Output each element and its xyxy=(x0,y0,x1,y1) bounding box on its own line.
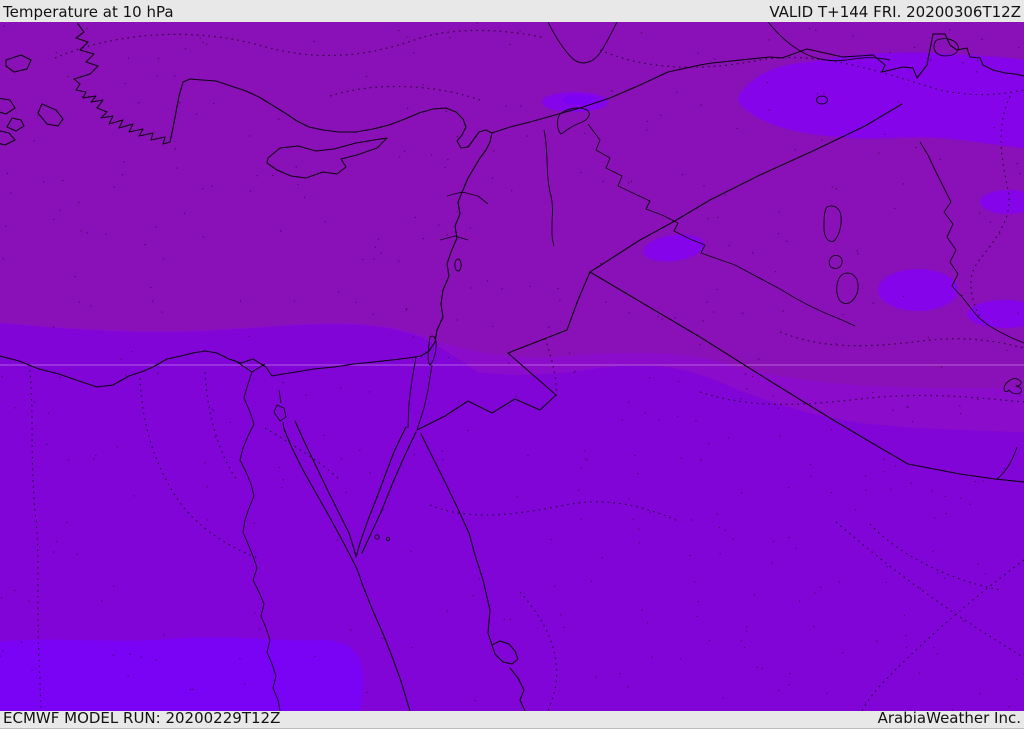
credit-label: ArabiaWeather Inc. xyxy=(877,709,1021,727)
map-title: Temperature at 10 hPa xyxy=(3,3,174,21)
valid-time-label: VALID T+144 FRI. 20200306T12Z xyxy=(769,3,1021,21)
cold-pocket-iraq xyxy=(878,269,958,311)
region-coldest-patch xyxy=(0,637,364,711)
weather-map-screen: Temperature at 10 hPa VALID T+144 FRI. 2… xyxy=(0,0,1024,729)
model-run-label: ECMWF MODEL RUN: 20200229T12Z xyxy=(3,709,281,727)
map-header-bar: Temperature at 10 hPa VALID T+144 FRI. 2… xyxy=(0,0,1024,22)
map-canvas xyxy=(0,22,1024,711)
map-footer-bar: ECMWF MODEL RUN: 20200229T12Z ArabiaWeat… xyxy=(0,709,1024,729)
weather-map xyxy=(0,22,1024,711)
